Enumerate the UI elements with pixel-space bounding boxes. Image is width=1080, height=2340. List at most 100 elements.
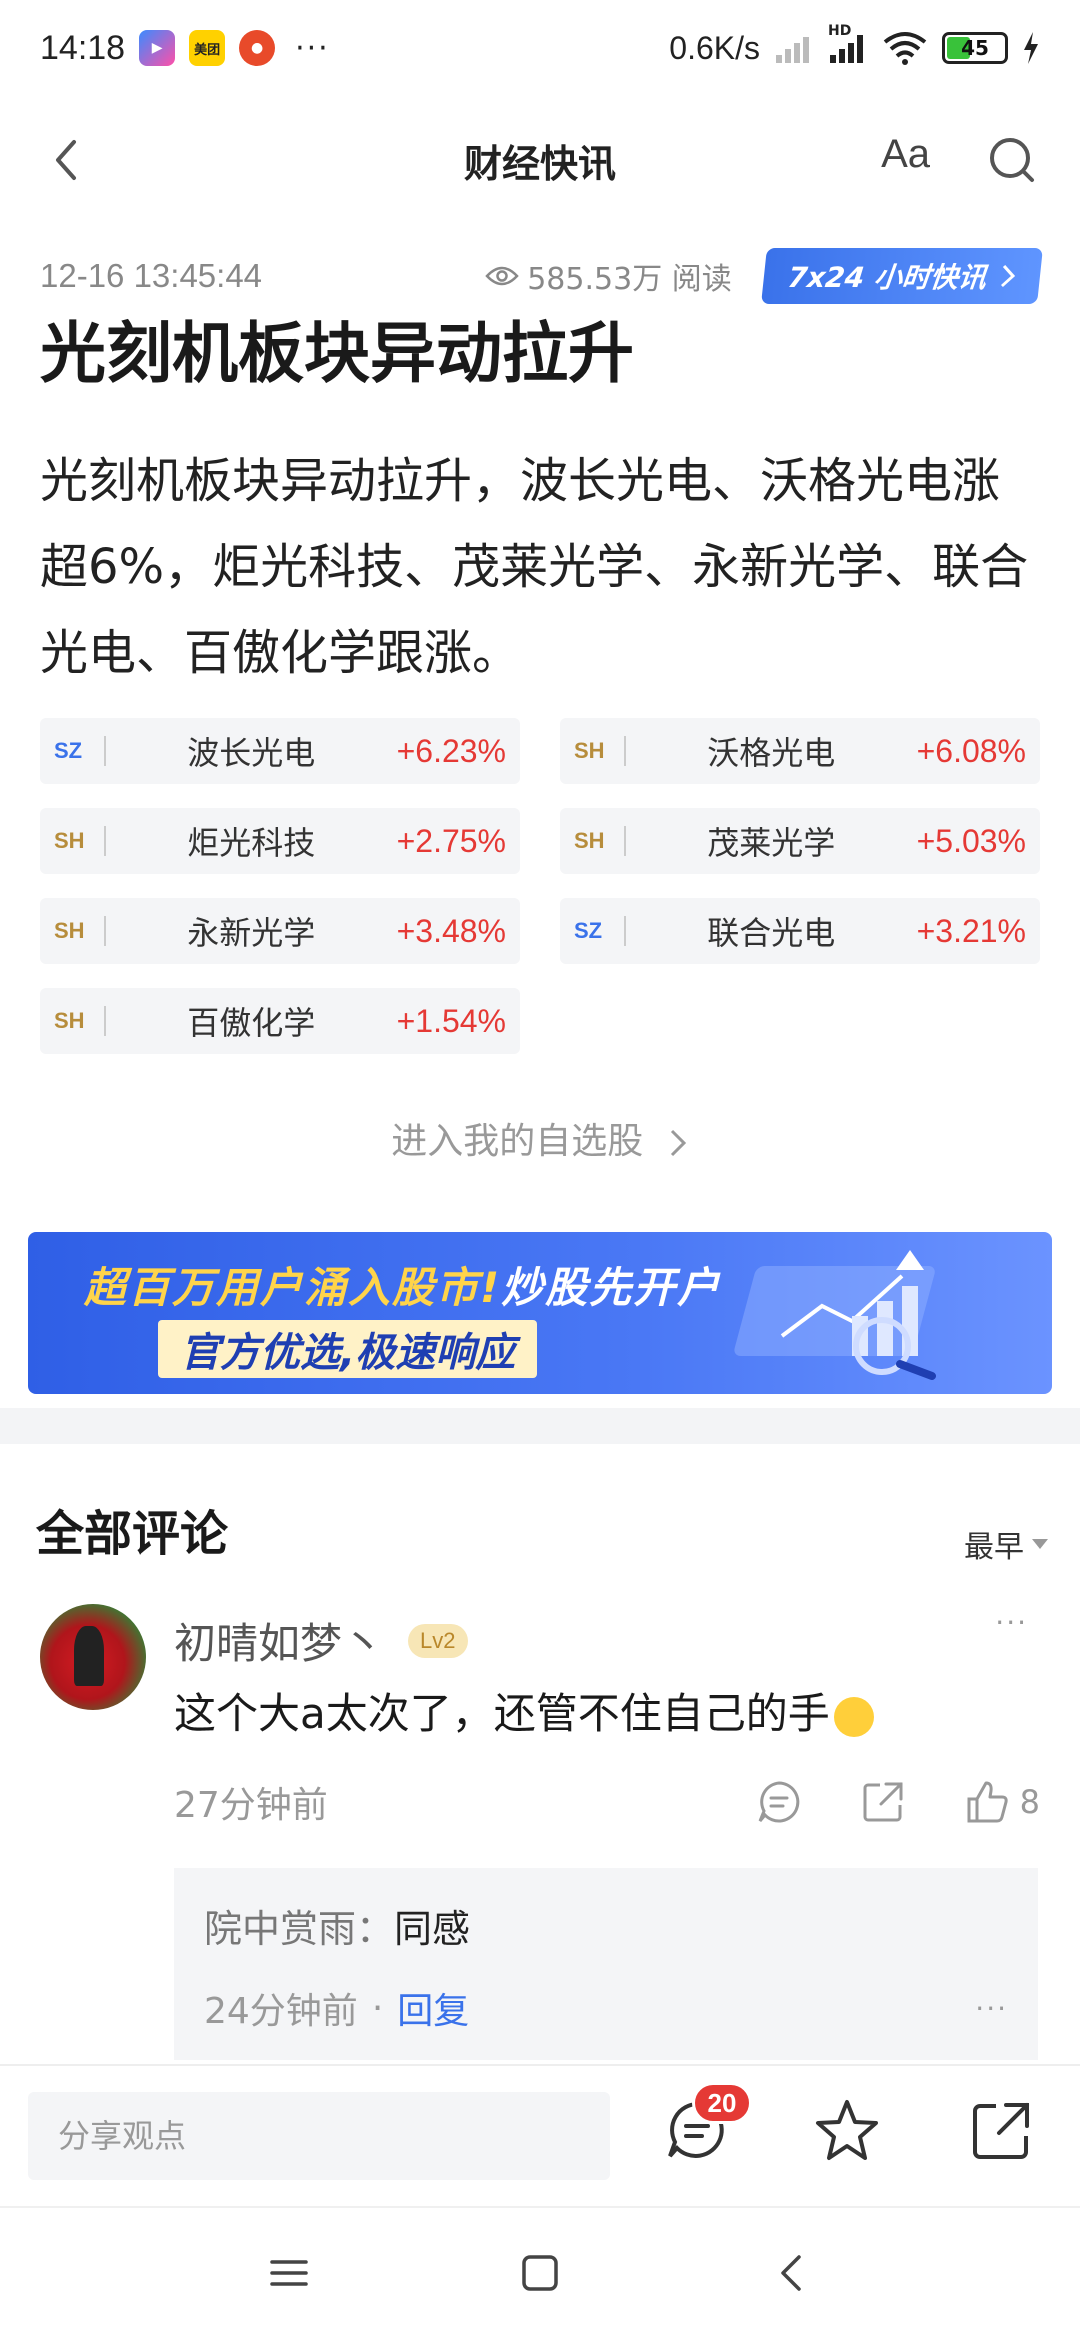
stock-change: +3.21%: [916, 912, 1026, 949]
chevron-right-icon: [1000, 264, 1016, 288]
comment-user: 初晴如梦丶 Lv2: [174, 1610, 468, 1671]
reply-author[interactable]: 院中赏雨：: [204, 1907, 394, 1951]
share-icon[interactable]: [860, 1779, 906, 1825]
thumbs-up-icon: [967, 1781, 1008, 1823]
stock-market: SH: [574, 736, 626, 766]
stock-card[interactable]: SH 沃格光电 +6.08%: [560, 718, 1040, 784]
stock-row: SH 百傲化学 +1.54%: [40, 988, 1040, 1054]
comments-title: 全部评论: [36, 1506, 229, 1562]
more-notifications-icon: ···: [295, 30, 330, 66]
stock-row: SH 永新光学 +3.48% SZ 联合光电 +3.21%: [40, 898, 1040, 964]
separator-dot: ·: [371, 1987, 384, 2029]
comment-username[interactable]: 初晴如梦丶: [174, 1610, 384, 1671]
status-right: 0.6K/s HD 45: [669, 23, 1040, 67]
reply-thread: 院中赏雨：同感 24分钟前 · 回复 ···: [174, 1868, 1038, 2060]
stock-card[interactable]: SH 百傲化学 +1.54%: [40, 988, 520, 1054]
signal-hd-group: HD: [828, 23, 868, 65]
comment-count-badge: 20: [692, 2082, 752, 2124]
stock-change: +1.54%: [396, 1002, 506, 1039]
video-app-icon: ▶: [139, 30, 176, 66]
live-news-label: 7x24 小时快讯: [785, 261, 988, 294]
article-timestamp: 12-16 13:45:44: [40, 257, 263, 294]
meituan-app-icon: 美团: [189, 30, 226, 66]
stock-name: 茂莱光学: [707, 824, 836, 862]
search-icon[interactable]: [984, 132, 1040, 188]
bottom-action-bar: 20: [0, 2064, 1080, 2206]
home-icon[interactable]: [515, 2248, 565, 2298]
reply-time: 24分钟前: [204, 1991, 358, 2032]
red-app-icon: ●: [239, 30, 276, 66]
stock-name: 炬光科技: [187, 824, 316, 862]
caret-down-icon: [1032, 1539, 1048, 1549]
comments-button[interactable]: 20: [662, 2082, 752, 2166]
comment-actions: 8: [756, 1779, 1040, 1825]
avatar[interactable]: [40, 1604, 146, 1710]
font-size-button[interactable]: Aa: [881, 132, 930, 177]
stock-name: 联合光电: [707, 914, 836, 952]
wifi-icon: [883, 32, 927, 65]
network-label: HD: [828, 23, 852, 39]
back-nav-icon[interactable]: [768, 2248, 818, 2298]
status-time: 14:18: [40, 28, 126, 67]
reply-button[interactable]: 回复: [397, 1982, 469, 2034]
comment-meta: 27分钟前 8: [174, 1774, 1040, 1830]
network-speed: 0.6K/s: [669, 29, 760, 66]
share-opinion-input[interactable]: [28, 2092, 610, 2180]
stock-card[interactable]: SH 茂莱光学 +5.03%: [560, 808, 1040, 874]
view-count: 585.53万 阅读: [485, 254, 732, 298]
sort-label: 最早: [964, 1530, 1024, 1565]
comment-time: 27分钟前: [174, 1785, 328, 1826]
promo-banner[interactable]: 超百万用户涌入股市!炒股先开户 官方优选,极速响应: [28, 1232, 1052, 1394]
reply-text: 同感: [394, 1907, 471, 1951]
stock-market: SH: [54, 826, 106, 856]
stock-change: +2.75%: [396, 822, 506, 859]
banner-chart-illustration-icon: [734, 1250, 936, 1380]
signal-weak-icon: [776, 37, 809, 63]
reply-icon[interactable]: [756, 1779, 802, 1825]
user-level-badge: Lv2: [408, 1623, 468, 1658]
banner-headline: 超百万用户涌入股市!炒股先开户: [84, 1254, 721, 1315]
comment-sort-dropdown[interactable]: 最早: [964, 1522, 1048, 1566]
stock-card[interactable]: SZ 联合光电 +3.21%: [560, 898, 1040, 964]
share-icon[interactable]: [966, 2096, 1036, 2166]
eye-icon: [485, 266, 519, 286]
related-stocks: SZ 波长光电 +6.23% SH 沃格光电 +6.08% SH 炬光科技 +2…: [40, 718, 1040, 1078]
back-icon[interactable]: [40, 132, 96, 188]
like-button[interactable]: 8: [964, 1779, 1040, 1825]
stock-card[interactable]: SZ 波长光电 +6.23%: [40, 718, 520, 784]
status-bar: 14:18 ▶ 美团 ● ··· 0.6K/s HD 45: [0, 0, 1080, 96]
watchlist-link[interactable]: 进入我的自选股: [0, 1112, 1080, 1164]
stock-change: +5.03%: [916, 822, 1026, 859]
stock-market: SH: [54, 916, 106, 946]
section-divider: [0, 1408, 1080, 1444]
live-news-button[interactable]: 7x24 小时快讯: [760, 248, 1043, 304]
view-count-text: 585.53万 阅读: [527, 262, 732, 297]
banner-headline-b: 炒股先开户: [501, 1263, 722, 1312]
stock-market: SH: [54, 1006, 106, 1036]
stock-name: 百傲化学: [187, 1004, 316, 1042]
chevron-right-icon: [670, 1129, 686, 1157]
comment-text: 这个大a太次了，还管不住自己的手: [174, 1680, 874, 1741]
comment-body: 这个大a太次了，还管不住自己的手: [174, 1689, 830, 1738]
menu-icon[interactable]: [264, 2248, 314, 2298]
nav-bar: 财经快讯 Aa: [0, 110, 1080, 210]
stock-name: 沃格光电: [707, 734, 836, 772]
stock-card[interactable]: SH 永新光学 +3.48%: [40, 898, 520, 964]
laughing-crying-emoji-icon: [833, 1696, 874, 1737]
stock-change: +6.23%: [396, 732, 506, 769]
article-headline: 光刻机板块异动拉升: [40, 315, 634, 392]
watchlist-link-label: 进入我的自选股: [391, 1121, 644, 1162]
like-count: 8: [1019, 1783, 1040, 1821]
battery-level: 45: [961, 36, 989, 60]
stock-card[interactable]: SH 炬光科技 +2.75%: [40, 808, 520, 874]
stock-name: 波长光电: [187, 734, 316, 772]
charging-icon: [1024, 32, 1038, 64]
stock-change: +6.08%: [916, 732, 1026, 769]
reply-more-icon[interactable]: ···: [975, 1992, 1008, 2025]
banner-tagline: 官方优选,极速响应: [158, 1320, 538, 1378]
star-icon[interactable]: [812, 2096, 882, 2166]
reply-meta: 24分钟前 · 回复 ···: [204, 1982, 1008, 2034]
reply-item: 院中赏雨：同感: [204, 1898, 470, 1953]
comment-more-icon[interactable]: ···: [995, 1606, 1028, 1639]
stock-market: SH: [574, 826, 626, 856]
